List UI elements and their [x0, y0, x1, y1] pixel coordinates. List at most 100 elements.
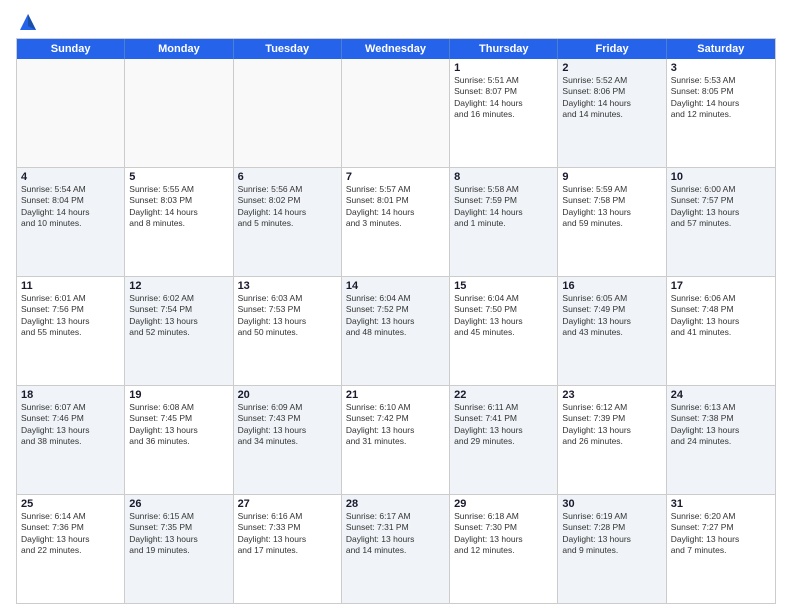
calendar-row: 11Sunrise: 6:01 AM Sunset: 7:56 PM Dayli…: [17, 277, 775, 386]
logo-icon: [18, 12, 38, 32]
calendar-body: 1Sunrise: 5:51 AM Sunset: 8:07 PM Daylig…: [17, 59, 775, 603]
day-number: 30: [562, 498, 661, 510]
day-cell-12: 12Sunrise: 6:02 AM Sunset: 7:54 PM Dayli…: [125, 277, 233, 385]
day-info: Sunrise: 6:15 AM Sunset: 7:35 PM Dayligh…: [129, 511, 228, 557]
day-cell-28: 28Sunrise: 6:17 AM Sunset: 7:31 PM Dayli…: [342, 495, 450, 603]
day-cell-5: 5Sunrise: 5:55 AM Sunset: 8:03 PM Daylig…: [125, 168, 233, 276]
day-info: Sunrise: 6:11 AM Sunset: 7:41 PM Dayligh…: [454, 402, 553, 448]
day-info: Sunrise: 6:18 AM Sunset: 7:30 PM Dayligh…: [454, 511, 553, 557]
day-info: Sunrise: 6:03 AM Sunset: 7:53 PM Dayligh…: [238, 293, 337, 339]
header: [16, 12, 776, 32]
empty-cell: [17, 59, 125, 167]
day-number: 25: [21, 498, 120, 510]
header-wednesday: Wednesday: [342, 39, 450, 59]
day-info: Sunrise: 6:05 AM Sunset: 7:49 PM Dayligh…: [562, 293, 661, 339]
day-cell-24: 24Sunrise: 6:13 AM Sunset: 7:38 PM Dayli…: [667, 386, 775, 494]
day-info: Sunrise: 6:06 AM Sunset: 7:48 PM Dayligh…: [671, 293, 771, 339]
day-number: 27: [238, 498, 337, 510]
day-number: 14: [346, 280, 445, 292]
day-number: 26: [129, 498, 228, 510]
day-info: Sunrise: 6:17 AM Sunset: 7:31 PM Dayligh…: [346, 511, 445, 557]
day-cell-29: 29Sunrise: 6:18 AM Sunset: 7:30 PM Dayli…: [450, 495, 558, 603]
day-number: 15: [454, 280, 553, 292]
day-cell-9: 9Sunrise: 5:59 AM Sunset: 7:58 PM Daylig…: [558, 168, 666, 276]
day-info: Sunrise: 5:58 AM Sunset: 7:59 PM Dayligh…: [454, 184, 553, 230]
day-number: 17: [671, 280, 771, 292]
day-number: 1: [454, 62, 553, 74]
day-info: Sunrise: 6:20 AM Sunset: 7:27 PM Dayligh…: [671, 511, 771, 557]
day-info: Sunrise: 6:07 AM Sunset: 7:46 PM Dayligh…: [21, 402, 120, 448]
day-info: Sunrise: 6:09 AM Sunset: 7:43 PM Dayligh…: [238, 402, 337, 448]
day-number: 20: [238, 389, 337, 401]
day-number: 28: [346, 498, 445, 510]
day-number: 16: [562, 280, 661, 292]
day-number: 4: [21, 171, 120, 183]
day-info: Sunrise: 6:02 AM Sunset: 7:54 PM Dayligh…: [129, 293, 228, 339]
day-cell-2: 2Sunrise: 5:52 AM Sunset: 8:06 PM Daylig…: [558, 59, 666, 167]
day-cell-7: 7Sunrise: 5:57 AM Sunset: 8:01 PM Daylig…: [342, 168, 450, 276]
day-info: Sunrise: 6:01 AM Sunset: 7:56 PM Dayligh…: [21, 293, 120, 339]
day-cell-23: 23Sunrise: 6:12 AM Sunset: 7:39 PM Dayli…: [558, 386, 666, 494]
day-info: Sunrise: 6:19 AM Sunset: 7:28 PM Dayligh…: [562, 511, 661, 557]
day-number: 22: [454, 389, 553, 401]
day-info: Sunrise: 6:04 AM Sunset: 7:50 PM Dayligh…: [454, 293, 553, 339]
day-cell-21: 21Sunrise: 6:10 AM Sunset: 7:42 PM Dayli…: [342, 386, 450, 494]
day-number: 7: [346, 171, 445, 183]
day-info: Sunrise: 6:14 AM Sunset: 7:36 PM Dayligh…: [21, 511, 120, 557]
header-sunday: Sunday: [17, 39, 125, 59]
day-info: Sunrise: 5:59 AM Sunset: 7:58 PM Dayligh…: [562, 184, 661, 230]
day-number: 12: [129, 280, 228, 292]
empty-cell: [342, 59, 450, 167]
day-cell-3: 3Sunrise: 5:53 AM Sunset: 8:05 PM Daylig…: [667, 59, 775, 167]
day-info: Sunrise: 5:53 AM Sunset: 8:05 PM Dayligh…: [671, 75, 771, 121]
day-number: 8: [454, 171, 553, 183]
day-number: 31: [671, 498, 771, 510]
day-cell-26: 26Sunrise: 6:15 AM Sunset: 7:35 PM Dayli…: [125, 495, 233, 603]
day-cell-16: 16Sunrise: 6:05 AM Sunset: 7:49 PM Dayli…: [558, 277, 666, 385]
day-info: Sunrise: 6:13 AM Sunset: 7:38 PM Dayligh…: [671, 402, 771, 448]
empty-cell: [125, 59, 233, 167]
day-info: Sunrise: 5:54 AM Sunset: 8:04 PM Dayligh…: [21, 184, 120, 230]
day-cell-27: 27Sunrise: 6:16 AM Sunset: 7:33 PM Dayli…: [234, 495, 342, 603]
day-info: Sunrise: 6:04 AM Sunset: 7:52 PM Dayligh…: [346, 293, 445, 339]
day-info: Sunrise: 6:16 AM Sunset: 7:33 PM Dayligh…: [238, 511, 337, 557]
calendar-row: 4Sunrise: 5:54 AM Sunset: 8:04 PM Daylig…: [17, 168, 775, 277]
day-info: Sunrise: 5:56 AM Sunset: 8:02 PM Dayligh…: [238, 184, 337, 230]
day-number: 5: [129, 171, 228, 183]
header-friday: Friday: [558, 39, 666, 59]
day-info: Sunrise: 5:52 AM Sunset: 8:06 PM Dayligh…: [562, 75, 661, 121]
day-number: 19: [129, 389, 228, 401]
day-cell-4: 4Sunrise: 5:54 AM Sunset: 8:04 PM Daylig…: [17, 168, 125, 276]
calendar-row: 1Sunrise: 5:51 AM Sunset: 8:07 PM Daylig…: [17, 59, 775, 168]
day-cell-14: 14Sunrise: 6:04 AM Sunset: 7:52 PM Dayli…: [342, 277, 450, 385]
day-number: 13: [238, 280, 337, 292]
day-number: 3: [671, 62, 771, 74]
header-tuesday: Tuesday: [234, 39, 342, 59]
day-cell-6: 6Sunrise: 5:56 AM Sunset: 8:02 PM Daylig…: [234, 168, 342, 276]
day-info: Sunrise: 5:51 AM Sunset: 8:07 PM Dayligh…: [454, 75, 553, 121]
header-thursday: Thursday: [450, 39, 558, 59]
day-number: 11: [21, 280, 120, 292]
empty-cell: [234, 59, 342, 167]
day-cell-18: 18Sunrise: 6:07 AM Sunset: 7:46 PM Dayli…: [17, 386, 125, 494]
day-info: Sunrise: 5:55 AM Sunset: 8:03 PM Dayligh…: [129, 184, 228, 230]
calendar-row: 25Sunrise: 6:14 AM Sunset: 7:36 PM Dayli…: [17, 495, 775, 603]
day-number: 10: [671, 171, 771, 183]
calendar-header: Sunday Monday Tuesday Wednesday Thursday…: [17, 39, 775, 59]
day-info: Sunrise: 5:57 AM Sunset: 8:01 PM Dayligh…: [346, 184, 445, 230]
calendar-row: 18Sunrise: 6:07 AM Sunset: 7:46 PM Dayli…: [17, 386, 775, 495]
day-cell-19: 19Sunrise: 6:08 AM Sunset: 7:45 PM Dayli…: [125, 386, 233, 494]
day-cell-31: 31Sunrise: 6:20 AM Sunset: 7:27 PM Dayli…: [667, 495, 775, 603]
day-info: Sunrise: 6:10 AM Sunset: 7:42 PM Dayligh…: [346, 402, 445, 448]
day-cell-22: 22Sunrise: 6:11 AM Sunset: 7:41 PM Dayli…: [450, 386, 558, 494]
day-info: Sunrise: 6:12 AM Sunset: 7:39 PM Dayligh…: [562, 402, 661, 448]
day-cell-15: 15Sunrise: 6:04 AM Sunset: 7:50 PM Dayli…: [450, 277, 558, 385]
page: Sunday Monday Tuesday Wednesday Thursday…: [0, 0, 792, 612]
day-number: 6: [238, 171, 337, 183]
header-monday: Monday: [125, 39, 233, 59]
day-cell-30: 30Sunrise: 6:19 AM Sunset: 7:28 PM Dayli…: [558, 495, 666, 603]
day-info: Sunrise: 6:08 AM Sunset: 7:45 PM Dayligh…: [129, 402, 228, 448]
day-cell-17: 17Sunrise: 6:06 AM Sunset: 7:48 PM Dayli…: [667, 277, 775, 385]
day-cell-11: 11Sunrise: 6:01 AM Sunset: 7:56 PM Dayli…: [17, 277, 125, 385]
day-cell-8: 8Sunrise: 5:58 AM Sunset: 7:59 PM Daylig…: [450, 168, 558, 276]
